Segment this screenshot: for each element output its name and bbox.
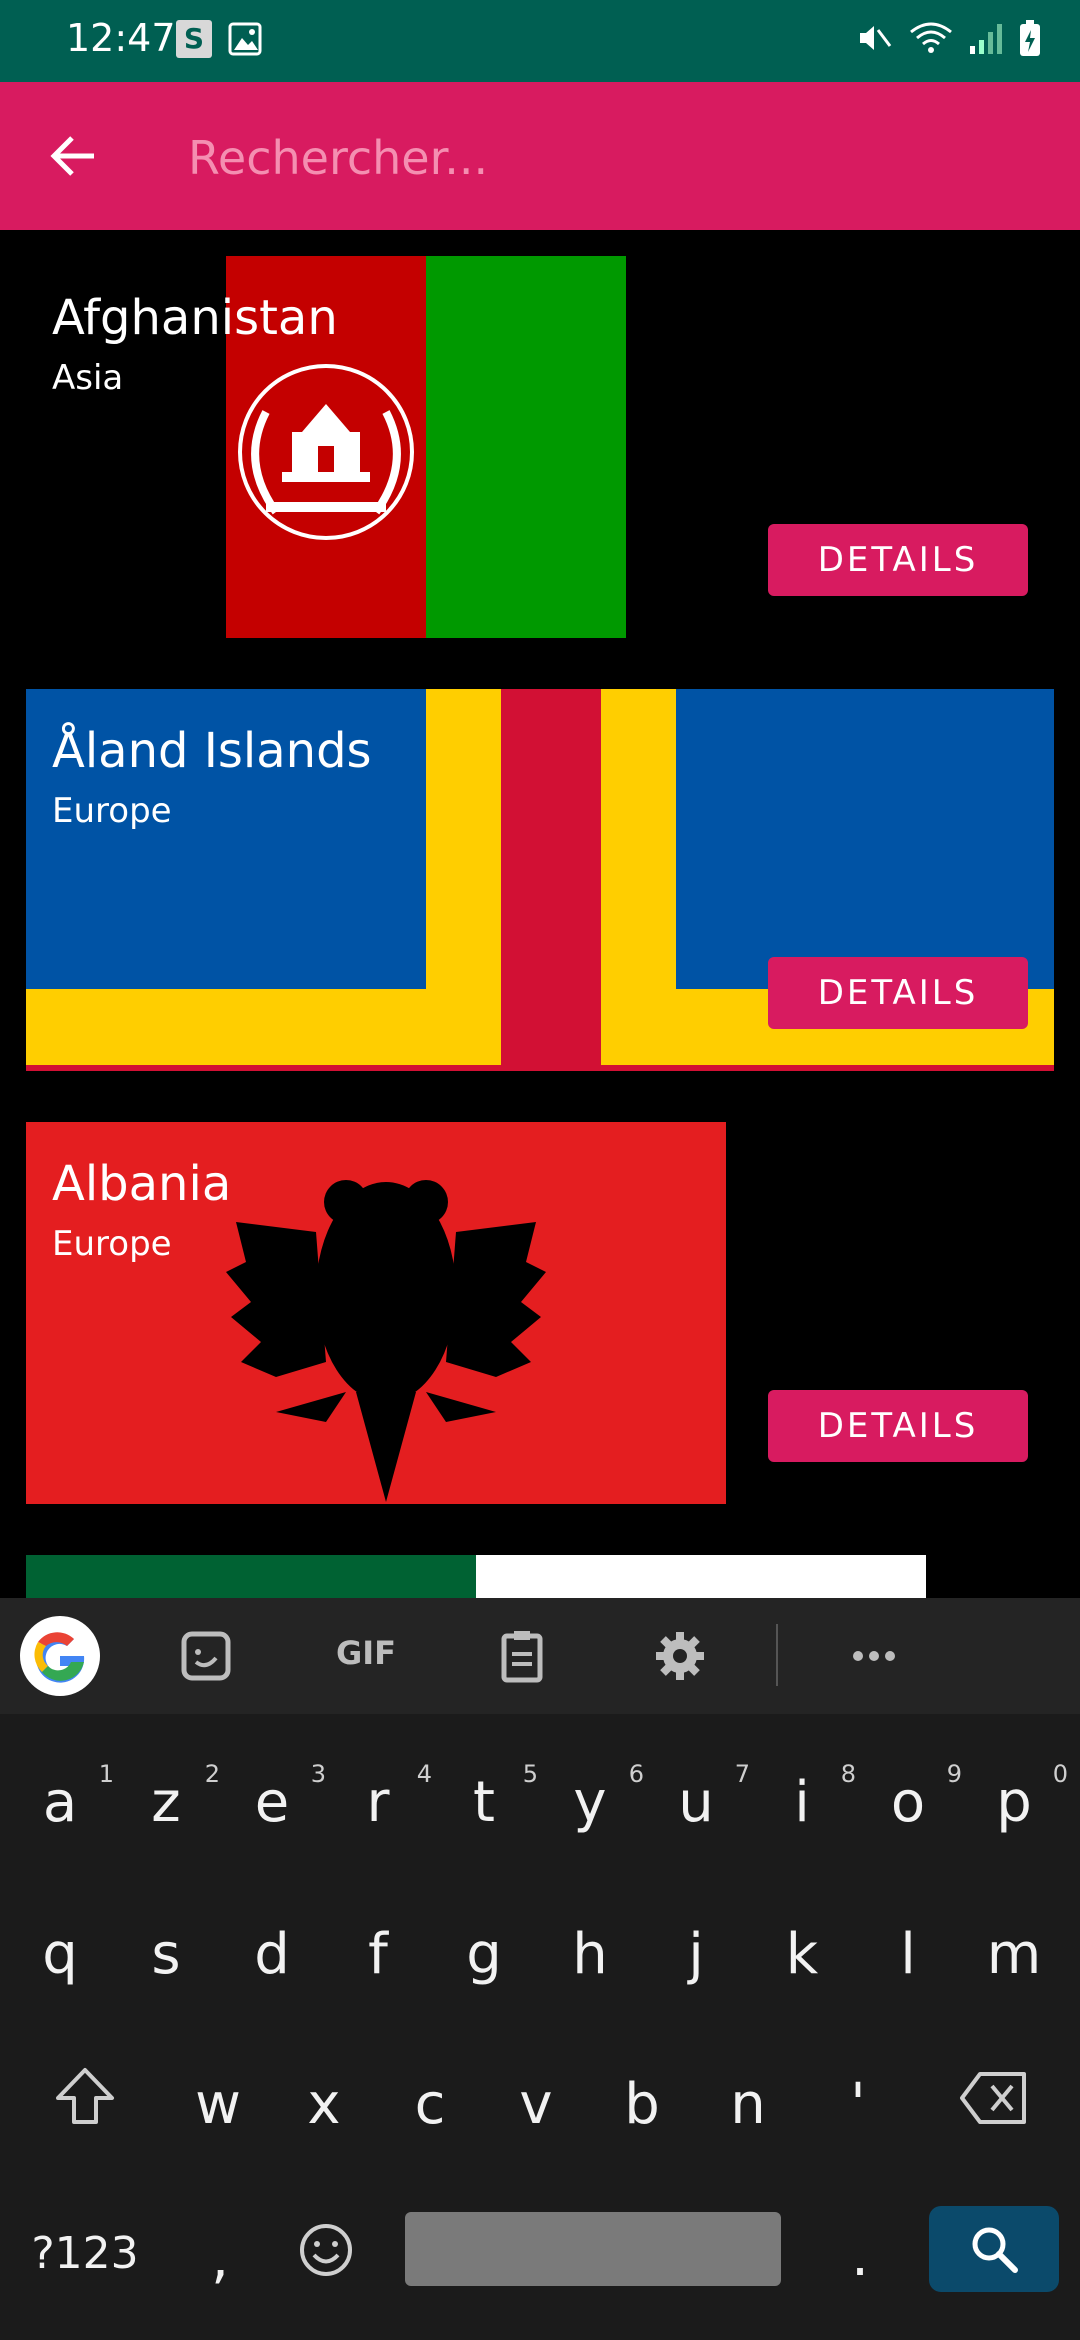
key-v[interactable]: v [486, 2072, 586, 2137]
back-arrow-icon[interactable] [44, 126, 104, 186]
key-g[interactable]: g [434, 1922, 534, 1987]
symbols-key[interactable]: ?123 [20, 2228, 150, 2279]
key-c[interactable]: c [380, 2072, 480, 2137]
status-icons [854, 18, 1042, 58]
country-card: Åland Islands Europe DETAILS [26, 689, 1054, 1071]
status-time: 12:47 [66, 16, 176, 60]
battery-icon [1020, 20, 1040, 56]
clipboard-icon[interactable] [492, 1626, 552, 1686]
keyboard: GIF a1 z2 e3 r4 t5 y 6 u 7 i 8 o 9 p 0 q… [0, 1598, 1080, 2340]
country-name: Åland Islands [52, 723, 372, 779]
key-d[interactable]: d [222, 1922, 322, 1987]
key-b[interactable]: b [592, 2072, 692, 2137]
key-p[interactable]: p0 [964, 1760, 1068, 1835]
space-bar[interactable] [405, 2212, 781, 2286]
key-q[interactable]: q [10, 1922, 110, 1987]
country-region: Europe [52, 791, 172, 831]
key-e[interactable]: e3 [222, 1760, 326, 1835]
toolbar-divider [776, 1624, 778, 1686]
key-apostrophe[interactable]: ' [808, 2072, 908, 2137]
keyboard-row-1: a1 z2 e3 r4 t5 y6 u7 i8 o9 p0 [0, 1714, 1080, 1864]
key-h[interactable]: h [540, 1922, 640, 1987]
keyboard-row-4: ?123 , . [0, 2168, 1080, 2318]
mute-icon [860, 26, 892, 50]
google-icon[interactable] [20, 1616, 100, 1696]
more-icon[interactable] [844, 1626, 904, 1686]
key-m[interactable]: m [964, 1922, 1064, 1987]
app-bar [0, 82, 1080, 230]
image-icon [228, 22, 262, 56]
emoji-icon[interactable] [296, 2220, 356, 2280]
country-name: Afghanistan [52, 290, 338, 346]
details-button[interactable]: DETAILS [768, 957, 1028, 1029]
country-card: Albania Europe DETAILS [26, 1122, 1054, 1504]
search-icon [972, 2227, 1018, 2273]
key-a[interactable]: a1 [10, 1760, 114, 1835]
key-j[interactable]: j [646, 1922, 746, 1987]
country-name: Albania [52, 1156, 232, 1212]
gear-icon[interactable] [650, 1626, 710, 1686]
backspace-icon[interactable] [958, 2068, 1030, 2128]
country-region: Europe [52, 1224, 172, 1264]
comma-key[interactable]: , [170, 2226, 270, 2291]
key-t[interactable]: t5 [434, 1760, 538, 1835]
key-z[interactable]: z2 [116, 1760, 220, 1835]
key-k[interactable]: k [752, 1922, 852, 1987]
key-r[interactable]: r4 [328, 1760, 432, 1835]
country-card [26, 1555, 1054, 1598]
key-f[interactable]: f [328, 1922, 428, 1987]
keyboard-toolbar: GIF [0, 1598, 1080, 1714]
key-y[interactable]: y6 [540, 1760, 644, 1835]
key-x[interactable]: x [274, 2072, 374, 2137]
key-w[interactable]: w [168, 2072, 268, 2137]
gif-button[interactable]: GIF [326, 1634, 406, 1674]
sticker-icon[interactable] [176, 1626, 236, 1686]
flag-partial [26, 1555, 926, 1598]
wifi-icon [910, 22, 952, 53]
key-n[interactable]: n [698, 2072, 798, 2137]
country-region: Asia [52, 358, 124, 398]
details-button[interactable]: DETAILS [768, 524, 1028, 596]
key-i[interactable]: i8 [752, 1760, 856, 1835]
key-o[interactable]: o9 [858, 1760, 962, 1835]
s-app-icon: S [176, 20, 212, 58]
shift-icon[interactable] [52, 2064, 118, 2130]
signal-icon [970, 24, 1002, 54]
country-card: Afghanistan Asia DETAILS [26, 256, 1054, 638]
keyboard-row-2: q s d f g h j k l m [0, 1864, 1080, 2014]
details-button[interactable]: DETAILS [768, 1390, 1028, 1462]
search-input[interactable] [188, 118, 1048, 198]
key-s[interactable]: s [116, 1922, 216, 1987]
key-u[interactable]: u7 [646, 1760, 750, 1835]
status-bar: 12:47 S [0, 0, 1080, 82]
period-key[interactable]: . [810, 2224, 910, 2289]
key-l[interactable]: l [858, 1922, 958, 1987]
search-key[interactable] [929, 2206, 1059, 2292]
keyboard-row-3: w x c v b n ' [0, 2016, 1080, 2166]
